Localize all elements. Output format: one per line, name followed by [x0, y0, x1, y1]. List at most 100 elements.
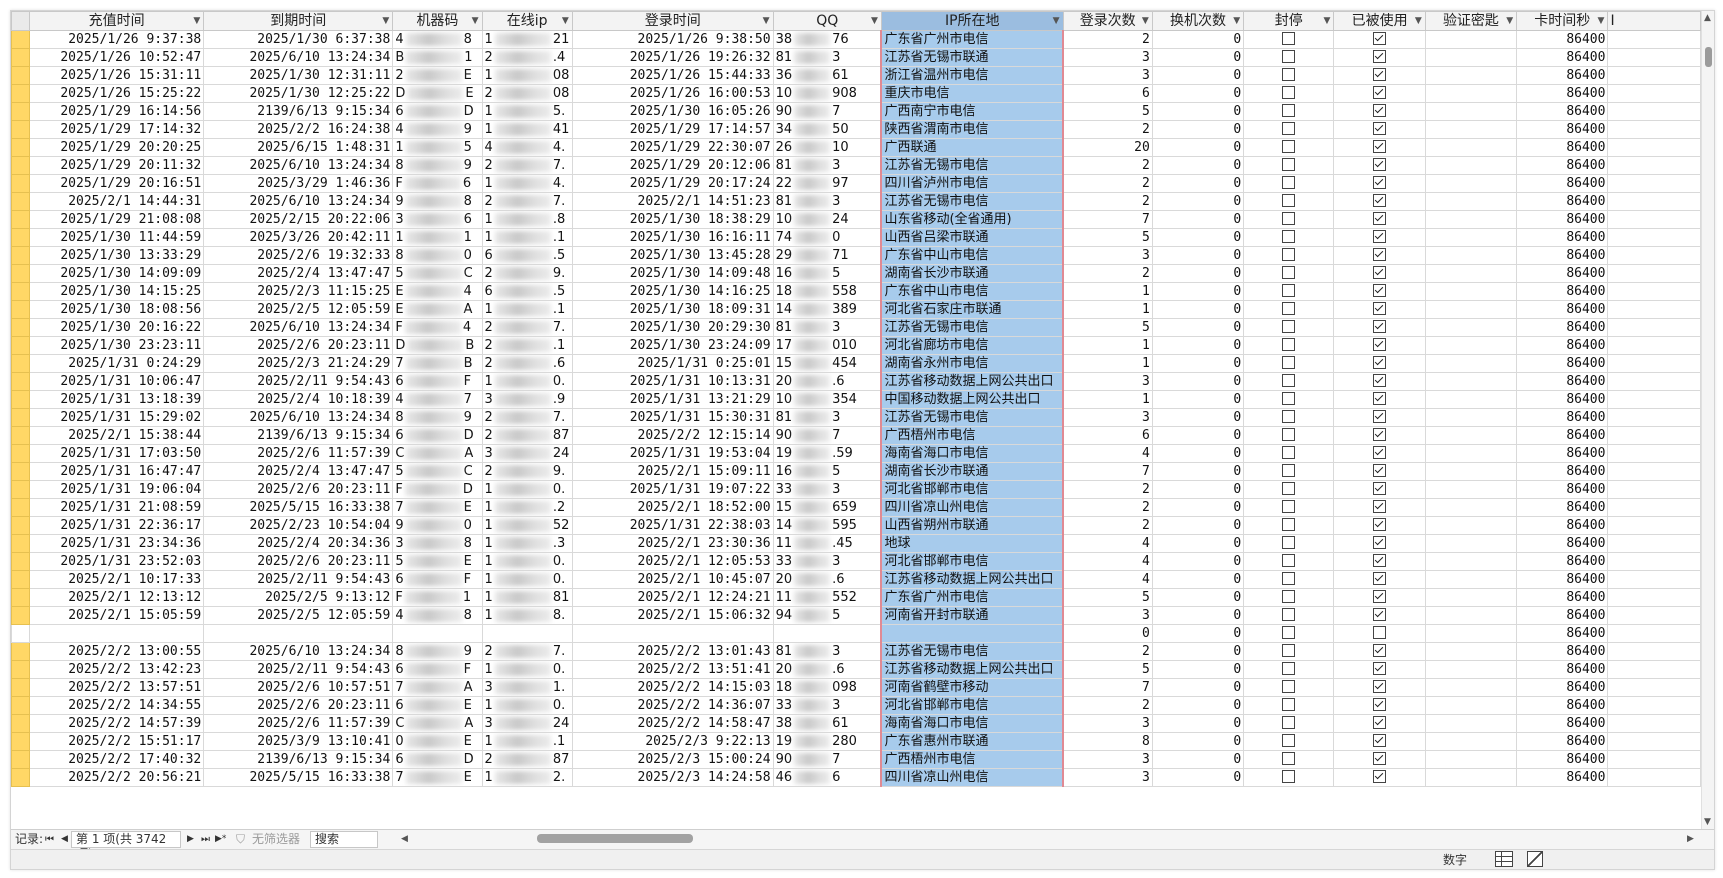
cell-used[interactable]: [1333, 264, 1426, 283]
cell-switch-count[interactable]: 0: [1151, 210, 1245, 229]
cell-ip-location[interactable]: 四川省凉山州电信: [880, 768, 1065, 787]
checkbox[interactable]: [1373, 716, 1387, 729]
cell-expire-time[interactable]: 2025/2/11 9:54:43: [203, 570, 394, 589]
cell-auth-key[interactable]: [1424, 714, 1518, 733]
cell-card-seconds[interactable]: 86400: [1516, 300, 1609, 319]
table-row[interactable]: 2025/1/31 10:06:47 2025/2/11 9:54:43 6 F 1 0.…: [11, 372, 1701, 391]
cell-next[interactable]: [1607, 444, 1701, 463]
cell-auth-key[interactable]: [1424, 660, 1518, 679]
cell-recharge-time[interactable]: 2025/2/2 17:40:32: [29, 750, 205, 769]
cell-auth-key[interactable]: [1424, 480, 1518, 499]
cell-banned[interactable]: [1243, 732, 1335, 751]
cell-login-count[interactable]: 6: [1062, 84, 1153, 103]
last-record-icon[interactable]: ⏭: [201, 830, 210, 849]
cell-expire-time[interactable]: 2025/2/6 19:32:33: [203, 246, 394, 265]
cell-login-count[interactable]: 7: [1062, 678, 1153, 697]
table-row[interactable]: 2025/2/2 13:42:23 2025/2/11 9:54:43 6 F 1 0. 2…: [11, 660, 1701, 679]
checkbox[interactable]: [1282, 266, 1296, 279]
cell-recharge-time[interactable]: 2025/2/2 13:57:51: [29, 678, 205, 697]
cell-qq[interactable]: 38 76: [772, 30, 882, 49]
checkbox[interactable]: [1373, 428, 1387, 441]
no-filter-button[interactable]: 无筛选器: [252, 830, 300, 849]
cell-online-ip[interactable]: 2.4: [481, 48, 573, 67]
cell-banned[interactable]: [1243, 336, 1335, 355]
cell-banned[interactable]: [1243, 750, 1335, 769]
cell-used[interactable]: [1333, 84, 1426, 103]
cell-ip-location[interactable]: 广东省中山市电信: [880, 246, 1065, 265]
row-selector[interactable]: [11, 444, 31, 463]
cell-auth-key[interactable]: [1424, 102, 1518, 121]
cell-banned[interactable]: [1243, 84, 1335, 103]
cell-expire-time[interactable]: 2025/2/6 20:23:11: [203, 336, 394, 355]
cell-online-ip[interactable]: 2 9.: [481, 462, 573, 481]
cell-qq[interactable]: 19 280: [772, 732, 882, 751]
cell-card-seconds[interactable]: 86400: [1516, 408, 1609, 427]
checkbox[interactable]: [1373, 176, 1387, 189]
cell-switch-count[interactable]: 0: [1151, 300, 1245, 319]
cell-banned[interactable]: [1243, 30, 1335, 49]
row-selector[interactable]: [11, 714, 31, 733]
cell-banned[interactable]: [1243, 606, 1335, 625]
row-selector[interactable]: [11, 66, 31, 85]
cell-next[interactable]: [1607, 30, 1701, 49]
cell-card-seconds[interactable]: 86400: [1516, 444, 1609, 463]
cell-machine-code[interactable]: 7E: [392, 498, 483, 517]
table-row[interactable]: 2025/1/29 20:11:32 2025/6/10 13:24:34 8 9 2 7…: [11, 156, 1701, 175]
cell-auth-key[interactable]: [1424, 498, 1518, 517]
scroll-down-icon[interactable]: ▼: [1704, 817, 1711, 827]
cell-qq[interactable]: 20.6: [772, 570, 882, 589]
column-header-machine-code[interactable]: 机器码 ▼: [392, 11, 483, 31]
cell-recharge-time[interactable]: 2025/1/26 9:37:38: [29, 30, 205, 49]
checkbox[interactable]: [1373, 302, 1387, 315]
row-selector[interactable]: [11, 660, 31, 679]
cell-online-ip[interactable]: 2 7.: [481, 318, 573, 337]
cell-switch-count[interactable]: 0: [1151, 426, 1245, 445]
cell-expire-time[interactable]: 2025/6/10 13:24:34: [203, 48, 394, 67]
cell-ip-location[interactable]: 江苏省无锡市电信: [880, 318, 1065, 337]
cell-login-time[interactable]: 2025/1/26 15:44:33: [571, 66, 774, 85]
cell-expire-time[interactable]: 2025/5/15 16:33:38: [203, 768, 394, 787]
column-header-card-seconds[interactable]: 卡时间秒 ▼: [1516, 11, 1609, 31]
checkbox[interactable]: [1373, 518, 1387, 531]
checkbox[interactable]: [1373, 122, 1387, 135]
cell-auth-key[interactable]: [1424, 264, 1518, 283]
cell-next[interactable]: [1607, 462, 1701, 481]
cell-login-time[interactable]: [571, 624, 774, 643]
cell-auth-key[interactable]: [1424, 516, 1518, 535]
table-row[interactable]: 2025/2/2 13:57:51 2025/2/6 10:57:51 7 A 3 1. 2…: [11, 678, 1701, 697]
table-row[interactable]: 0 0 86400: [11, 624, 1701, 643]
cell-online-ip[interactable]: 1 41: [481, 120, 573, 139]
checkbox[interactable]: [1282, 716, 1296, 729]
cell-login-count[interactable]: 2: [1062, 264, 1153, 283]
cell-expire-time[interactable]: [203, 624, 394, 643]
cell-ip-location[interactable]: 山西省朔州市联通: [880, 516, 1065, 535]
cell-login-time[interactable]: 2025/2/2 14:36:07: [571, 696, 774, 715]
cell-next[interactable]: [1607, 66, 1701, 85]
cell-banned[interactable]: [1243, 498, 1335, 517]
table-row[interactable]: 2025/1/30 23:23:11 2025/2/6 20:23:11 D B 2.1…: [11, 336, 1701, 355]
cell-auth-key[interactable]: [1424, 246, 1518, 265]
cell-login-count[interactable]: 2: [1062, 192, 1153, 211]
cell-recharge-time[interactable]: 2025/2/1 15:05:59: [29, 606, 205, 625]
cell-used[interactable]: [1333, 354, 1426, 373]
cell-login-time[interactable]: 2025/1/29 22:30:07: [571, 138, 774, 157]
cell-login-time[interactable]: 2025/1/30 23:24:09: [571, 336, 774, 355]
row-selector[interactable]: [11, 498, 31, 517]
checkbox[interactable]: [1373, 536, 1387, 549]
cell-login-count[interactable]: 1: [1062, 282, 1153, 301]
table-row[interactable]: 2025/2/1 14:44:31 2025/6/10 13:24:34 9 8 2 7.…: [11, 192, 1701, 211]
cell-machine-code[interactable]: E4: [392, 282, 483, 301]
cell-next[interactable]: [1607, 552, 1701, 571]
cell-expire-time[interactable]: 2025/2/5 9:13:12: [203, 588, 394, 607]
cell-auth-key[interactable]: [1424, 84, 1518, 103]
checkbox[interactable]: [1373, 626, 1387, 639]
cell-ip-location[interactable]: 河北省邯郸市电信: [880, 552, 1065, 571]
checkbox[interactable]: [1282, 626, 1296, 639]
current-record-field[interactable]: 第 1 项(共 3742 项): [71, 831, 181, 861]
cell-qq[interactable]: 34 50: [772, 120, 882, 139]
cell-ip-location[interactable]: 广东省中山市电信: [880, 282, 1065, 301]
cell-next[interactable]: [1607, 84, 1701, 103]
cell-login-time[interactable]: 2025/1/31 15:30:31: [571, 408, 774, 427]
checkbox[interactable]: [1373, 248, 1387, 261]
cell-switch-count[interactable]: 0: [1151, 246, 1245, 265]
